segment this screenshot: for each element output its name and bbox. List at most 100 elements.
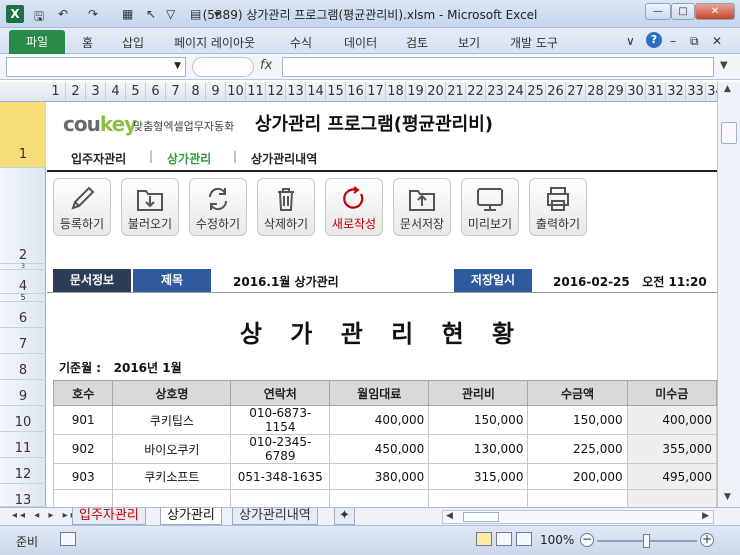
vertical-scrollbar[interactable]: ▲ ▼: [717, 82, 740, 507]
normal-view-icon[interactable]: [476, 532, 492, 546]
register-button[interactable]: 등록하기: [53, 178, 111, 236]
ribbon-close-icon[interactable]: ✕: [712, 34, 722, 48]
column-header[interactable]: 26: [546, 82, 566, 101]
row-header[interactable]: 11: [0, 432, 46, 458]
row-header[interactable]: 2: [0, 168, 46, 264]
row-header[interactable]: 5: [0, 294, 46, 302]
column-header[interactable]: 31: [646, 82, 666, 101]
tab-home[interactable]: 홈: [82, 34, 93, 51]
column-header[interactable]: 20: [426, 82, 446, 101]
column-header[interactable]: 17: [366, 82, 386, 101]
column-header[interactable]: 12: [266, 82, 286, 101]
load-button[interactable]: 불러오기: [121, 178, 179, 236]
table-cell[interactable]: [428, 489, 529, 507]
worksheet[interactable]: coukey 맞춤형엑셀업무자동화 상가관리 프로그램(평균관리비) 입주자관리…: [47, 102, 717, 507]
table-cell[interactable]: 051-348-1635: [230, 463, 331, 490]
column-header[interactable]: 34: [706, 82, 717, 101]
tab-view[interactable]: 보기: [458, 34, 480, 51]
column-header[interactable]: 7: [166, 82, 186, 101]
column-header[interactable]: 27: [566, 82, 586, 101]
scroll-down-icon[interactable]: ▼: [724, 492, 731, 502]
table-cell[interactable]: 쿠키팁스: [112, 405, 232, 435]
table-cell[interactable]: 150,000: [428, 405, 529, 435]
zoom-level[interactable]: 100%: [540, 533, 574, 547]
new-button[interactable]: 새로작성: [325, 178, 383, 236]
column-header[interactable]: 16: [346, 82, 366, 101]
macro-record-icon[interactable]: [60, 532, 76, 546]
table-cell[interactable]: 903: [52, 463, 114, 490]
column-header[interactable]: 13: [286, 82, 306, 101]
row-header[interactable]: 12: [0, 458, 46, 484]
column-header[interactable]: 25: [526, 82, 546, 101]
formula-controls[interactable]: [192, 57, 254, 77]
table-cell[interactable]: 902: [52, 434, 114, 464]
edit-button[interactable]: 수정하기: [189, 178, 247, 236]
table-cell[interactable]: [527, 489, 628, 507]
page-break-view-icon[interactable]: [516, 532, 532, 546]
row-header[interactable]: 4: [0, 270, 46, 294]
table-cell[interactable]: 쿠키소프트: [112, 463, 232, 490]
table-cell[interactable]: 010-6873-1154: [230, 405, 331, 435]
fx-icon[interactable]: fx: [260, 58, 272, 73]
tab-data[interactable]: 데이터: [344, 34, 377, 51]
table-cell[interactable]: 901: [52, 405, 114, 435]
column-header[interactable]: 3: [86, 82, 106, 101]
column-header[interactable]: 32: [666, 82, 686, 101]
column-header[interactable]: 22: [466, 82, 486, 101]
chevron-down-icon[interactable]: ▼: [174, 61, 181, 71]
tab-developer[interactable]: 개발 도구: [510, 34, 558, 51]
table-cell[interactable]: 355,000: [626, 434, 717, 464]
ribbon-minimize-icon[interactable]: –: [670, 34, 676, 48]
tab-review[interactable]: 검토: [406, 34, 428, 51]
expand-formula-icon[interactable]: ▼: [720, 60, 728, 71]
tab-file[interactable]: 파일: [9, 30, 65, 54]
preview-button[interactable]: 미리보기: [461, 178, 519, 236]
help-icon[interactable]: ?: [646, 32, 662, 48]
table-cell[interactable]: 225,000: [527, 434, 628, 464]
delete-button[interactable]: 삭제하기: [257, 178, 315, 236]
column-header[interactable]: 6: [146, 82, 166, 101]
column-header[interactable]: 24: [506, 82, 526, 101]
maximize-button[interactable]: □: [671, 3, 695, 20]
title-value[interactable]: 2016.1월 상가관리: [233, 273, 339, 290]
minimize-button[interactable]: —: [645, 3, 671, 20]
insert-sheet-icon[interactable]: ✦: [334, 508, 355, 525]
column-header[interactable]: 9: [206, 82, 226, 101]
table-cell[interactable]: 바이오쿠키: [112, 434, 232, 464]
table-cell[interactable]: 380,000: [329, 463, 430, 490]
table-cell[interactable]: [626, 489, 717, 507]
table-cell[interactable]: [52, 489, 114, 507]
zoom-out-icon[interactable]: −: [580, 533, 594, 547]
zoom-slider-knob[interactable]: [643, 534, 650, 548]
column-header[interactable]: 5: [126, 82, 146, 101]
tab-page-layout[interactable]: 페이지 레이아웃: [174, 34, 255, 51]
tab-scroll-arrows[interactable]: ◂◂ ◂ ▸ ▸▸: [12, 510, 79, 521]
horizontal-scrollbar[interactable]: ◀ ▶: [442, 510, 714, 524]
scroll-up-icon[interactable]: ▲: [724, 84, 731, 94]
nav-tenant[interactable]: 입주자관리: [71, 150, 126, 167]
row-header[interactable]: 10: [0, 406, 46, 432]
scroll-left-icon[interactable]: ◀: [446, 511, 453, 521]
page-layout-view-icon[interactable]: [496, 532, 512, 546]
tab-insert[interactable]: 삽입: [122, 34, 144, 51]
row-header[interactable]: 9: [0, 380, 46, 406]
column-header[interactable]: 18: [386, 82, 406, 101]
nav-store[interactable]: 상가관리: [167, 150, 211, 167]
column-header[interactable]: 19: [406, 82, 426, 101]
table-cell[interactable]: 400,000: [329, 405, 430, 435]
hscroll-thumb[interactable]: [463, 512, 499, 522]
column-header[interactable]: 28: [586, 82, 606, 101]
table-cell[interactable]: [230, 489, 331, 507]
ribbon-restore-icon[interactable]: ⧉: [690, 34, 699, 49]
table-cell[interactable]: 450,000: [329, 434, 430, 464]
save-doc-button[interactable]: 문서저장: [393, 178, 451, 236]
sheet-tab-store[interactable]: 상가관리: [160, 508, 222, 525]
scroll-thumb[interactable]: [721, 122, 737, 144]
row-header[interactable]: 8: [0, 354, 46, 380]
table-cell[interactable]: 400,000: [626, 405, 717, 435]
table-cell[interactable]: 130,000: [428, 434, 529, 464]
column-header[interactable]: 15: [326, 82, 346, 101]
close-button[interactable]: ✕: [695, 3, 735, 20]
zoom-in-icon[interactable]: +: [700, 533, 714, 547]
row-header[interactable]: 1: [0, 102, 46, 168]
